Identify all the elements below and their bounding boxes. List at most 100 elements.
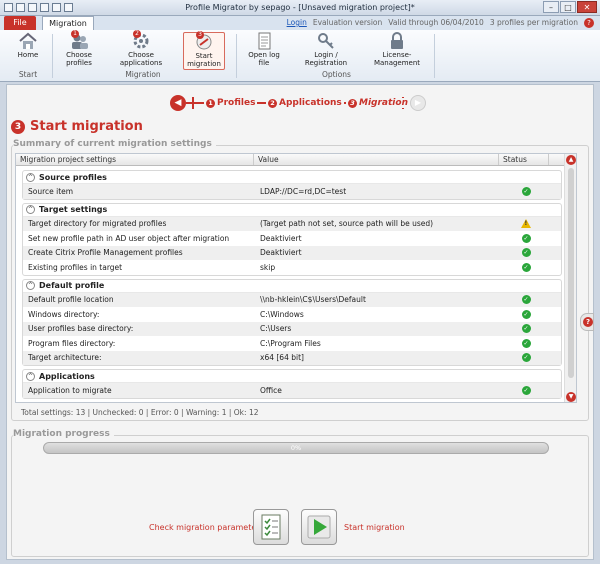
window-title: Profile Migrator by sepago - [Unsaved mi… bbox=[185, 3, 415, 12]
setting-value: skip bbox=[260, 262, 276, 272]
status-cell: ✓ bbox=[501, 295, 551, 305]
summary-group-title: Summary of current migration settings bbox=[13, 139, 216, 149]
settings-summary: Total settings: 13 | Unchecked: 0 | Erro… bbox=[21, 408, 259, 417]
login-link[interactable]: Login bbox=[287, 18, 307, 27]
settings-table: Migration project settings Value Status … bbox=[15, 153, 577, 403]
setting-value: \\nb-hklein\C$\Users\Default bbox=[260, 295, 366, 305]
group-label-start: Start bbox=[18, 70, 38, 79]
status-cell: ✓ bbox=[501, 309, 551, 319]
open-log-label: Open log file bbox=[248, 51, 280, 67]
choose-applications-label: Choose applications bbox=[119, 51, 163, 67]
profiles-limit-label: 3 profiles per migration bbox=[489, 18, 578, 27]
section-title: Target settings bbox=[39, 205, 108, 214]
back-arrow-icon[interactable]: ◀ bbox=[170, 95, 186, 111]
scroll-up-icon[interactable]: ▲ bbox=[566, 155, 576, 165]
section-title: Source profiles bbox=[39, 172, 107, 182]
column-header-status[interactable]: Status bbox=[499, 154, 549, 165]
forward-arrow-icon[interactable]: ▶ bbox=[410, 95, 426, 111]
section-header[interactable]: ^ Target settings bbox=[23, 204, 561, 217]
column-header-value[interactable]: Value bbox=[254, 154, 499, 165]
table-header: Migration project settings Value Status bbox=[16, 154, 566, 166]
start-migration-action-button[interactable] bbox=[301, 509, 337, 545]
collapse-icon[interactable]: ^ bbox=[26, 371, 35, 381]
minimize-button[interactable]: – bbox=[543, 1, 559, 13]
progress-group-title: Migration progress bbox=[13, 429, 114, 439]
license-info: Login Evaluation version Valid through 0… bbox=[287, 18, 578, 27]
scroll-thumb[interactable] bbox=[568, 168, 574, 378]
side-help-tab[interactable]: ? bbox=[580, 313, 594, 331]
setting-value: Deaktiviert bbox=[260, 248, 302, 258]
title-bar: Profile Migrator by sepago - [Unsaved mi… bbox=[0, 0, 600, 16]
tab-file[interactable]: File bbox=[4, 16, 36, 30]
wizard-steps: ◀ 1 Profiles 2 Applications 3 Migration … bbox=[170, 95, 430, 111]
section-header[interactable]: ^ Source profiles bbox=[23, 171, 561, 184]
table-row[interactable]: Target directory for migrated profiles (T… bbox=[23, 216, 561, 231]
setting-value: C:\Users bbox=[260, 324, 292, 334]
home-button[interactable]: Home bbox=[8, 32, 48, 59]
table-row[interactable]: Create Citrix Profile Management profile… bbox=[23, 245, 561, 260]
group-label-options: Options bbox=[322, 70, 351, 79]
maximize-button[interactable]: □ bbox=[560, 1, 576, 13]
help-icon: ? bbox=[583, 317, 593, 327]
ok-check-icon: ✓ bbox=[521, 338, 531, 348]
ribbon-separator bbox=[52, 34, 53, 78]
checklist-icon bbox=[261, 514, 281, 540]
choose-profiles-button[interactable]: 1 Choose profiles bbox=[58, 30, 100, 67]
settings-section: ^ Source profiles Source item LDAP://DC=rd,… bbox=[22, 170, 562, 200]
table-row[interactable]: Source item LDAP://DC=rd,DC=test ✓ bbox=[23, 184, 561, 199]
start-migration-button[interactable]: 3 Start migration bbox=[183, 31, 225, 70]
lock-icon bbox=[387, 32, 407, 50]
step-number: 2 bbox=[268, 98, 277, 108]
wizard-step-applications[interactable]: 2 Applications bbox=[266, 98, 344, 108]
play-icon bbox=[307, 515, 331, 539]
setting-name: Set new profile path in AD user object a… bbox=[28, 233, 230, 243]
section-header[interactable]: ^ Default profile bbox=[23, 280, 561, 293]
table-row[interactable]: Target architecture: x64 [64 bit] ✓ bbox=[23, 350, 561, 365]
table-scrollbar[interactable]: ▲ ▼ bbox=[564, 154, 576, 402]
ok-check-icon: ✓ bbox=[521, 385, 531, 395]
table-row[interactable]: Set new profile path in AD user object a… bbox=[23, 231, 561, 246]
status-cell: ✓ bbox=[501, 233, 551, 243]
table-row[interactable]: Existing profiles in target skip ✓ bbox=[23, 260, 561, 275]
close-button[interactable]: ✕ bbox=[577, 1, 597, 13]
ribbon-separator bbox=[434, 34, 435, 78]
choose-applications-button[interactable]: 2 Choose applications bbox=[116, 30, 166, 67]
table-row[interactable]: Windows directory: C:\Windows ✓ bbox=[23, 307, 561, 322]
setting-name: Application to migrate bbox=[28, 385, 112, 395]
wizard-step-migration[interactable]: 3 Migration bbox=[346, 98, 410, 108]
table-row[interactable]: User profiles base directory: C:\Users ✓ bbox=[23, 321, 561, 336]
start-migration-action-label[interactable]: Start migration bbox=[344, 523, 405, 532]
step-label: Profiles bbox=[217, 98, 256, 108]
setting-name: Default profile location bbox=[28, 295, 114, 305]
users-icon: 1 bbox=[69, 30, 89, 50]
table-row[interactable]: Program files directory: C:\Program Files… bbox=[23, 336, 561, 351]
table-body: ^ Source profiles Source item LDAP://DC=rd,… bbox=[16, 167, 566, 402]
home-icon bbox=[18, 32, 38, 50]
setting-name: Source item bbox=[28, 186, 74, 196]
column-header-setting[interactable]: Migration project settings bbox=[16, 154, 254, 165]
license-management-button[interactable]: License-Management bbox=[366, 32, 428, 67]
help-icon[interactable]: ? bbox=[584, 18, 594, 28]
setting-name: Program files directory: bbox=[28, 338, 116, 348]
log-file-icon bbox=[254, 32, 274, 50]
tab-migration[interactable]: Migration bbox=[42, 16, 94, 30]
check-parameters-button[interactable] bbox=[253, 509, 289, 545]
page-step-number: 3 bbox=[11, 119, 25, 134]
collapse-icon[interactable]: ^ bbox=[26, 172, 35, 182]
open-log-file-button[interactable]: Open log file bbox=[244, 32, 284, 67]
key-icon bbox=[316, 32, 336, 50]
settings-section: ^ Default profile Default profile location… bbox=[22, 278, 562, 366]
table-row[interactable]: Default profile location \\nb-hklein\C$\U… bbox=[23, 292, 561, 307]
choose-profiles-label: Choose profiles bbox=[66, 51, 92, 67]
section-header[interactable]: ^ Applications bbox=[23, 370, 561, 383]
window-controls: – □ ✕ bbox=[543, 1, 597, 13]
scroll-down-icon[interactable]: ▼ bbox=[566, 392, 576, 402]
table-row[interactable]: Application to migrate Office ✓ bbox=[23, 383, 561, 398]
ribbon-tab-bar: File Migration Login Evaluation version … bbox=[0, 16, 600, 30]
collapse-icon[interactable]: ^ bbox=[26, 205, 35, 214]
login-registration-button[interactable]: Login / Registration bbox=[300, 32, 352, 67]
home-label: Home bbox=[17, 51, 39, 59]
wizard-step-profiles[interactable]: 1 Profiles bbox=[204, 98, 258, 108]
check-parameters-label[interactable]: Check migration parameters bbox=[149, 523, 264, 532]
collapse-icon[interactable]: ^ bbox=[26, 281, 35, 290]
